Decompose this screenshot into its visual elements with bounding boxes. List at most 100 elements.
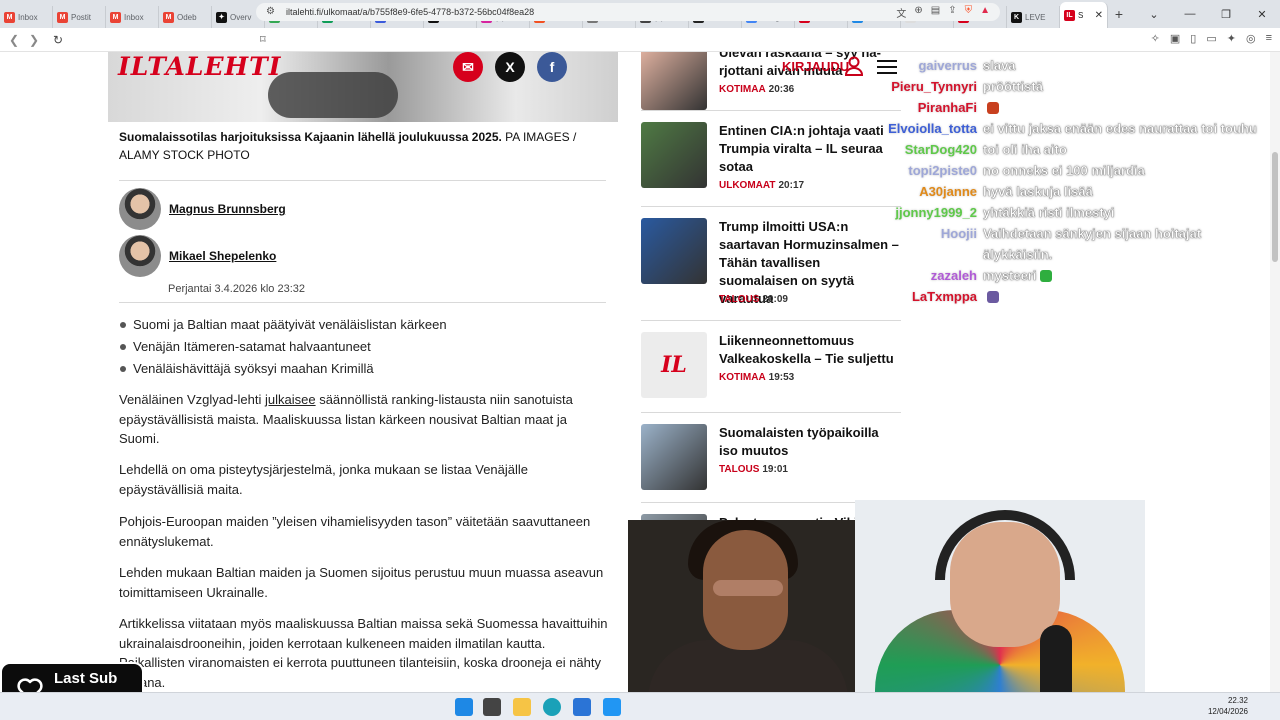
close-tab-icon[interactable]: ✕: [1095, 10, 1103, 21]
clock-date: 12/04/2026: [1207, 707, 1248, 716]
task-view-icon[interactable]: [483, 698, 501, 716]
chat-emote-icon: [1040, 270, 1053, 282]
chat-username[interactable]: topi2piste0: [870, 160, 977, 181]
mail-icon[interactable]: ✉: [453, 52, 483, 82]
chat-message: LaTxmppa: [870, 286, 1270, 307]
list-item: Venäjän Itämeren-satamat halvaantuneet: [119, 336, 447, 358]
app-icon[interactable]: [603, 698, 621, 716]
chat-username[interactable]: Pieru_Tynnyri: [870, 76, 977, 97]
rewards-icon[interactable]: ▲: [980, 5, 990, 20]
summary-list: Suomi ja Baltian maat päätyivät venäläis…: [119, 314, 447, 380]
reload-icon[interactable]: ↻: [48, 33, 68, 47]
news-thumbnail[interactable]: [641, 424, 707, 490]
wallet-icon[interactable]: ▭: [1206, 32, 1216, 45]
news-thumbnail[interactable]: [641, 218, 707, 284]
news-title[interactable]: Liikenneonnettomuus Valkeakoskella – Tie…: [719, 332, 901, 368]
sidebar-icon[interactable]: ▯: [1190, 32, 1196, 45]
paragraph: Pohjois-Euroopan maiden ”yleisen vihamie…: [119, 514, 591, 549]
browser-tab[interactable]: M Postit: [53, 6, 106, 28]
store-icon[interactable]: [573, 698, 591, 716]
browser-tab[interactable]: K LEVE: [1007, 6, 1060, 28]
divider: [641, 206, 901, 207]
chat-username[interactable]: gaiverrus: [870, 55, 977, 76]
paragraph: Artikkelissa viitataan myös maaliskuussa…: [119, 616, 608, 690]
author-link[interactable]: Magnus Brunnsberg: [169, 202, 286, 216]
chat-message: Pieru_Tynnyri prööttistä: [870, 76, 1270, 97]
avatar: [119, 188, 161, 230]
chat-message: Hoojii Vaihdetaan sänkyjen sijaan hoitaja…: [870, 223, 1270, 265]
news-thumbnail[interactable]: [641, 52, 707, 110]
news-title[interactable]: Suomalaisten työpaikoilla iso muutos: [719, 424, 901, 460]
last-sub-title: Last Sub: [54, 670, 118, 687]
browser-tab[interactable]: M Inbox: [0, 6, 53, 28]
share-icon[interactable]: ⇪: [948, 5, 956, 20]
news-category[interactable]: TALOUS: [719, 464, 759, 475]
author-link[interactable]: Mikael Shepelenko: [169, 249, 276, 263]
chat-message: gaiverrus slava: [870, 55, 1270, 76]
x-icon[interactable]: X: [495, 52, 525, 82]
browser-tab[interactable]: M Odeb: [159, 6, 212, 28]
tab-label: Postit: [71, 12, 92, 22]
stream-chat: gaiverrus slava Pieru_Tynnyri prööttistä Pir…: [870, 55, 1270, 307]
user-icon[interactable]: [845, 56, 863, 76]
divider: [119, 180, 606, 181]
chat-username[interactable]: zazaleh: [870, 265, 977, 286]
brave-shield-icon[interactable]: ⛨: [965, 5, 973, 20]
chat-username[interactable]: jjonny1999_2: [870, 202, 977, 223]
scrollbar[interactable]: [1270, 52, 1280, 692]
julkaisee-link[interactable]: julkaisee: [265, 392, 316, 407]
tab-search-icon[interactable]: ⌄: [1136, 8, 1172, 21]
facebook-icon[interactable]: f: [537, 52, 567, 82]
news-category[interactable]: KOTIMAA: [719, 84, 766, 95]
webcam-streamer: [855, 500, 1145, 720]
browser-tab[interactable]: M Inbox: [106, 6, 159, 28]
news-category[interactable]: KOTIMAA: [719, 372, 766, 383]
forward-icon[interactable]: ❯: [24, 33, 44, 47]
tab-label: Inbox: [124, 12, 144, 22]
list-item: Suomi ja Baltian maat päätyivät venäläis…: [119, 314, 447, 336]
system-clock[interactable]: 22.32 12/04/2026: [1208, 695, 1248, 717]
leo-icon[interactable]: ✦: [1227, 32, 1236, 45]
news-category[interactable]: ULKOMAAT: [719, 180, 775, 191]
back-icon[interactable]: ❮: [4, 33, 24, 47]
bookmark-icon[interactable]: ⌑: [260, 33, 266, 46]
extensions-icon[interactable]: ✧: [1151, 32, 1160, 45]
reader-icon[interactable]: ▤: [931, 5, 940, 20]
site-info-icon[interactable]: ⚙: [266, 6, 275, 17]
chat-message: PiranhaFi: [870, 97, 1270, 118]
zoom-icon[interactable]: ⊕: [914, 5, 922, 20]
close-window-icon[interactable]: ✕: [1244, 8, 1280, 21]
chat-username[interactable]: PiranhaFi: [870, 97, 977, 118]
news-thumbnail[interactable]: IL: [641, 332, 707, 398]
edge-icon[interactable]: [543, 698, 561, 716]
tab-active[interactable]: IL S ✕: [1060, 2, 1108, 28]
news-item[interactable]: IL Liikenneonnettomuus Valkeakoskella – T…: [641, 320, 901, 422]
chat-username[interactable]: StarDog420: [870, 139, 977, 160]
chat-text: no onneks ei 100 miljardia: [983, 163, 1145, 178]
divider: [119, 302, 606, 303]
vpn-icon[interactable]: ◎: [1246, 32, 1256, 45]
chat-username[interactable]: LaTxmppa: [870, 286, 977, 307]
news-time: 20:17: [778, 180, 805, 191]
menu-icon[interactable]: ≡: [1266, 32, 1272, 45]
news-thumbnail[interactable]: [641, 122, 707, 188]
maximize-icon[interactable]: ❐: [1208, 8, 1244, 21]
site-logo[interactable]: ILTALEHTI: [118, 52, 281, 81]
chat-username[interactable]: Hoojii: [870, 223, 977, 244]
news-item[interactable]: Entinen CIA:n johtaja vaati Trumpia vira…: [641, 110, 901, 212]
news-category[interactable]: TALOUS: [719, 294, 759, 305]
minimize-icon[interactable]: —: [1172, 8, 1208, 20]
news-item[interactable]: Trump ilmoitti USA:n saartavan Hormuzins…: [641, 206, 901, 308]
webcam-guest: [628, 520, 858, 720]
screenshot-icon[interactable]: ▣: [1170, 32, 1180, 45]
login-link[interactable]: KIRJAUDU: [782, 59, 849, 74]
address-bar[interactable]: ⚙ iltalehti.fi/ulkomaat/a/b755f8e9-6fe5-…: [256, 3, 1000, 21]
chat-username[interactable]: Elvoiolla_totta: [870, 118, 977, 139]
translate-icon[interactable]: 文: [896, 5, 906, 20]
taskbar: 22.32 12/04/2026: [0, 692, 1280, 720]
file-explorer-icon[interactable]: [513, 698, 531, 716]
chat-message: A30janne hyvä laskuja lisää: [870, 181, 1270, 202]
new-tab-icon[interactable]: +: [1108, 6, 1130, 22]
chat-username[interactable]: A30janne: [870, 181, 977, 202]
start-icon[interactable]: [455, 698, 473, 716]
